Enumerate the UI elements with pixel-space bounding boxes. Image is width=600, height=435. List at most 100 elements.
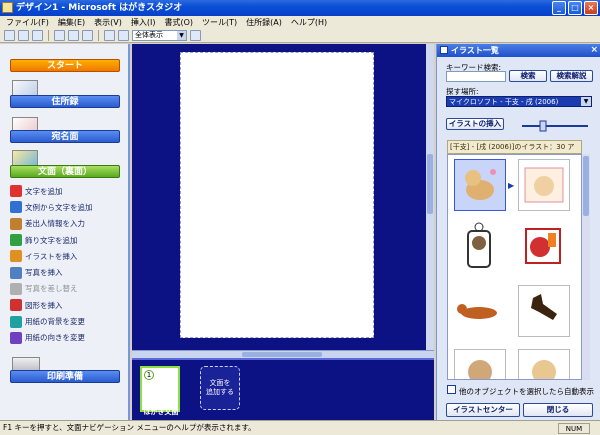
toolbar-separator [48,30,49,41]
dog-stamp-icon[interactable] [518,221,570,273]
menu-help[interactable]: ヘルプ(H) [291,17,327,28]
toolbar-separator [98,30,99,41]
navigation-pane: スタート 住所録 宛名面 文面（裏面） 文字を追加 文例から文字を追加 差出人情… [0,44,130,420]
menu-format[interactable]: 書式(O) [164,17,193,28]
bear-dog-icon[interactable] [518,349,570,379]
menu-edit[interactable]: 編集(E) [58,17,85,28]
keyword-input[interactable] [446,71,506,82]
location-value: マイクロソフト - 干支 - 戌 (2006) [449,98,559,106]
start-button[interactable]: スタート [10,59,120,72]
photo-icon [10,266,22,279]
menu-file[interactable]: ファイル(F) [6,17,49,28]
task-replace-photo: 写真を差し替え [10,281,120,297]
chevron-down-icon: ▼ [581,97,591,106]
background-icon [10,315,22,328]
close-pane-button[interactable]: 閉じる [523,403,593,417]
gallery-scrollbar[interactable] [582,154,590,380]
dog-illustration-icon[interactable] [454,159,506,211]
scroll-thumb[interactable] [427,154,433,214]
template-text-icon [10,201,22,214]
cut-icon[interactable] [54,30,65,41]
illustration-center-button[interactable]: イラストセンター [446,403,520,417]
body-button[interactable]: 文面（裏面） [10,165,120,178]
close-icon[interactable]: × [590,44,598,57]
puppy-icon[interactable] [454,349,506,379]
size-slider[interactable] [520,120,590,132]
add-face-button[interactable]: 文面を 追加する [200,366,240,410]
task-change-background[interactable]: 用紙の背景を変更 [10,313,120,329]
auto-show-checkbox[interactable] [447,385,456,394]
page-strip: 1 はがき文面 文面を 追加する [132,358,434,420]
status-bar: F1 キーを押すと、文面ナビゲーション メニューのヘルプが表示されます。 NUM [0,420,600,435]
task-insert-illustration[interactable]: イラストを挿入 [10,248,120,264]
task-list: 文字を追加 文例から文字を追加 差出人情報を入力 飾り文字を追加 イラストを挿入… [10,183,120,346]
dog-card-illustration-icon[interactable] [518,159,570,211]
save-icon[interactable] [32,30,43,41]
maximize-button[interactable]: □ [568,1,582,15]
zoom-select[interactable]: 全体表示 ▼ [132,30,187,41]
status-text: F1 キーを押すと、文面ナビゲーション メニューのヘルプが表示されます。 [3,423,256,432]
task-decor-text[interactable]: 飾り文字を追加 [10,232,120,248]
task-insert-photo[interactable]: 写真を挿入 [10,264,120,280]
pane-header: イラスト一覧 × [437,44,600,57]
menu-address[interactable]: 住所録(A) [246,17,282,28]
menu-tools[interactable]: ツール(T) [202,17,237,28]
illustration-gallery: ▶ [447,154,582,380]
scroll-thumb[interactable] [583,156,589,216]
page-thumbnail-label: はがき文面 [143,408,179,416]
num-lock-indicator: NUM [558,423,590,434]
pane-icon [440,46,448,54]
illustration-icon [10,250,22,263]
task-change-orientation[interactable]: 用紙の向きを変更 [10,330,120,346]
menu-bar: ファイル(F) 編集(E) 表示(V) 挿入(I) 書式(O) ツール(T) 住… [0,16,600,29]
menu-insert[interactable]: 挿入(I) [131,17,156,28]
vertical-scrollbar[interactable] [426,44,434,350]
title-bar: デザイン1 - Microsoft はがきスタジオ _ □ × [0,0,600,16]
window-title: デザイン1 - Microsoft はがきスタジオ [16,3,183,13]
help-icon[interactable] [190,30,201,41]
task-add-text[interactable]: 文字を追加 [10,183,120,199]
task-sender-info[interactable]: 差出人情報を入力 [10,216,120,232]
undo-icon[interactable] [104,30,115,41]
photo-replace-icon [10,282,22,295]
task-add-template-text[interactable]: 文例から文字を追加 [10,199,120,215]
search-help-button[interactable]: 検索解説 [550,70,593,82]
copy-icon[interactable] [68,30,79,41]
text-icon [10,185,22,198]
new-icon[interactable] [4,30,15,41]
zoom-value: 全体表示 [135,31,163,39]
insert-illustration-button[interactable]: イラストの挿入 [446,118,504,130]
open-icon[interactable] [18,30,29,41]
horizontal-scrollbar[interactable] [132,350,434,358]
gallery-header: [干支] - [戌 (2006)]のイラスト：30 アイテム [447,140,582,163]
menu-view[interactable]: 表示(V) [94,17,122,28]
paste-icon[interactable] [82,30,93,41]
page-number: 1 [144,370,154,380]
task-insert-shape[interactable]: 図形を挿入 [10,297,120,313]
dog-ornament-icon[interactable] [454,221,506,273]
doberman-icon[interactable] [518,285,570,337]
search-button[interactable]: 検索 [509,70,547,82]
close-window-button[interactable]: × [584,1,598,15]
toolbar: 全体表示 ▼ [0,29,600,43]
address-book-button[interactable]: 住所録 [10,95,120,108]
scroll-thumb[interactable] [242,352,322,357]
app-icon [2,2,13,13]
page-thumbnail[interactable]: 1 [140,366,180,412]
auto-show-label: 他のオブジェクトを選択したら自動表示 [459,387,594,396]
chevron-down-icon: ▼ [177,31,186,40]
location-select[interactable]: マイクロソフト - 干支 - 戌 (2006) ▼ [446,96,592,107]
shape-icon [10,299,22,312]
postcard-page[interactable] [180,52,374,338]
decor-text-icon [10,234,22,247]
pane-title: イラスト一覧 [451,46,499,55]
design-canvas[interactable] [132,44,434,350]
print-prep-button[interactable]: 印刷準備 [10,370,120,383]
sender-info-icon [10,217,22,230]
dachshund-icon[interactable] [454,285,506,337]
redo-icon[interactable] [118,30,129,41]
minimize-button[interactable]: _ [552,1,566,15]
chevron-right-icon: ▶ [508,181,515,190]
addressee-button[interactable]: 宛名面 [10,130,120,143]
orientation-icon [10,331,22,344]
